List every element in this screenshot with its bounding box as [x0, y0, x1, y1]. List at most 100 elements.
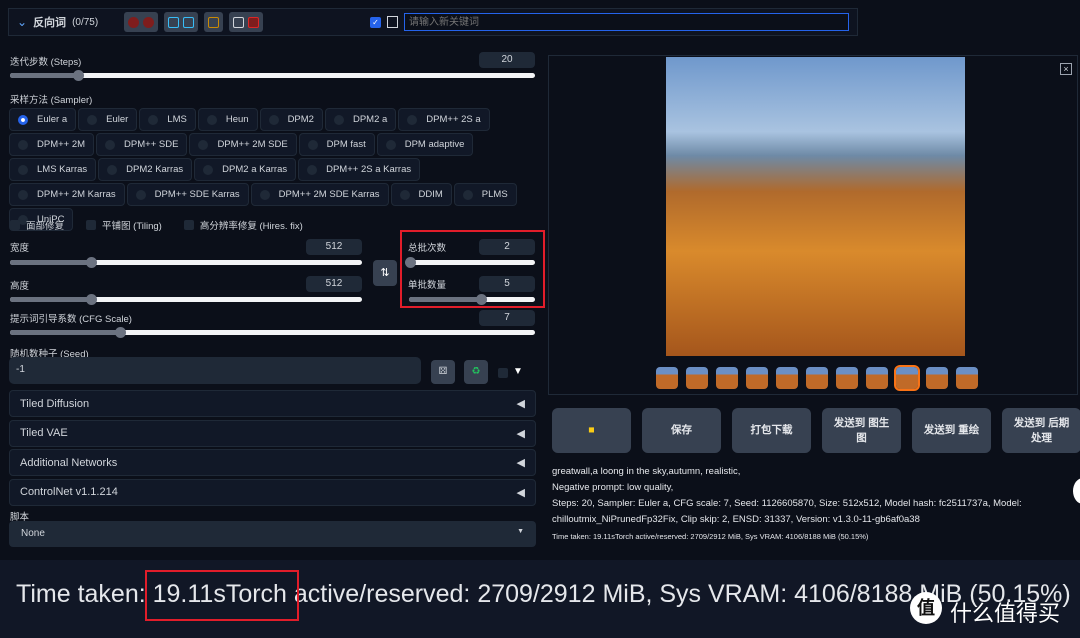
option-checkbox[interactable]: 高分辨率修复 (Hires. fix) — [183, 218, 303, 232]
generated-image[interactable] — [666, 57, 965, 356]
thumbnail[interactable] — [926, 367, 948, 389]
width-input[interactable]: 512 — [306, 239, 362, 255]
thumbnail[interactable] — [716, 367, 738, 389]
thumbnail[interactable] — [776, 367, 798, 389]
keyword-checkbox[interactable]: ✓ — [370, 16, 381, 28]
steps-input[interactable]: 20 — [479, 52, 535, 68]
batch-count-slider[interactable] — [405, 257, 535, 268]
script-select[interactable]: None ▼ — [9, 521, 536, 547]
recycle-icon[interactable]: ♻ — [464, 360, 488, 384]
thumbnail[interactable] — [894, 365, 920, 391]
sampler-option[interactable]: LMS Karras — [9, 158, 97, 181]
radio-icon — [18, 189, 28, 200]
slider-thumb[interactable] — [85, 257, 97, 268]
seed-input[interactable]: -1 — [9, 357, 421, 384]
thumbnail[interactable] — [656, 367, 678, 389]
open-folder-button[interactable]: ■ — [552, 408, 631, 453]
sampler-option[interactable]: DPM++ 2S a — [398, 108, 490, 131]
scroll-handle[interactable] — [1073, 478, 1080, 504]
option-checkboxes: 面部修复 平铺图 (Tiling) 高分辨率修复 (Hires. fix) — [10, 218, 303, 232]
cfg-input[interactable]: 7 — [479, 310, 535, 326]
checkbox-label: 高分辨率修复 (Hires. fix) — [199, 221, 303, 232]
width-slider[interactable] — [10, 257, 362, 268]
sampler-option[interactable]: PLMS — [453, 183, 517, 206]
sampler-option-label: DPM adaptive — [404, 139, 465, 150]
thumbnail[interactable] — [746, 367, 768, 389]
steps-slider[interactable] — [10, 70, 535, 81]
option-checkbox[interactable]: 面部修复 — [10, 218, 64, 232]
thumbnail[interactable] — [866, 367, 888, 389]
slider-thumb[interactable] — [73, 70, 85, 81]
sampler-option[interactable]: DPM++ 2M Karras — [9, 183, 125, 206]
edit-icon[interactable] — [168, 16, 180, 28]
sampler-option[interactable]: DPM++ 2S a Karras — [298, 158, 421, 181]
sampler-option-label: PLMS — [481, 189, 508, 200]
height-input[interactable]: 512 — [306, 276, 362, 292]
edit-buttons[interactable] — [164, 12, 199, 32]
panel-icon[interactable] — [387, 16, 398, 28]
translate-button[interactable] — [204, 12, 224, 32]
sampler-option[interactable]: DPM++ 2M — [9, 133, 95, 156]
triangle-down-icon[interactable]: ▼ — [513, 366, 523, 377]
radio-icon — [307, 164, 318, 175]
thumbnail[interactable] — [686, 367, 708, 389]
option-checkbox[interactable]: 平铺图 (Tiling) — [86, 218, 162, 232]
close-icon[interactable]: × — [1060, 63, 1072, 75]
clear-buttons[interactable] — [124, 12, 159, 32]
checkbox-icon — [10, 220, 20, 230]
slider-thumb[interactable] — [85, 294, 97, 305]
action-button[interactable]: 发送到 重绘 — [912, 408, 991, 453]
trash-icon[interactable] — [248, 16, 260, 28]
sampler-option[interactable]: DPM++ SDE — [96, 133, 188, 156]
dice-icon[interactable]: ⚄ — [431, 360, 455, 384]
thumbnail[interactable] — [956, 367, 978, 389]
sampler-option[interactable]: DPM2 a Karras — [194, 158, 297, 181]
sampler-option-label: DDIM — [418, 189, 443, 200]
delete-icon[interactable] — [128, 16, 140, 28]
action-button[interactable]: 发送到 图生图 — [822, 408, 901, 453]
height-slider[interactable] — [10, 294, 362, 305]
copy-trash-buttons[interactable] — [229, 12, 264, 32]
accordion[interactable]: Tiled VAE ◀ — [9, 419, 536, 447]
thumbnail[interactable] — [836, 367, 858, 389]
sampler-option-label: DPM++ 2M — [37, 139, 86, 150]
sampler-option[interactable]: DDIM — [390, 183, 452, 206]
sampler-option[interactable]: DPM++ 2M SDE — [189, 133, 297, 156]
chevron-circle-icon[interactable]: ⌄ — [17, 15, 27, 29]
slider-thumb[interactable] — [475, 294, 487, 305]
batch-count-input[interactable]: 2 — [479, 239, 535, 255]
accordion[interactable]: Tiled Diffusion ◀ — [9, 390, 536, 417]
batch-size-input[interactable]: 5 — [479, 276, 535, 292]
bookmark-icon[interactable] — [183, 16, 195, 28]
slider-fill — [10, 73, 79, 78]
sampler-option[interactable]: DPM2 a — [324, 108, 397, 131]
sampler-option[interactable]: LMS — [139, 108, 196, 131]
swap-dimensions-button[interactable]: ⇅ — [373, 260, 397, 286]
delete-icon[interactable] — [143, 16, 155, 28]
radio-icon — [399, 189, 410, 200]
extra-seed-checkbox[interactable] — [498, 368, 508, 378]
sampler-option[interactable]: Euler — [78, 108, 138, 131]
sampler-option[interactable]: DPM++ SDE Karras — [126, 183, 249, 206]
slider-fill — [409, 297, 481, 302]
sampler-option[interactable]: DPM adaptive — [376, 133, 474, 156]
sampler-option[interactable]: DPM++ 2M SDE Karras — [250, 183, 389, 206]
accordion[interactable]: Additional Networks ◀ — [9, 449, 536, 476]
cfg-slider[interactable] — [10, 327, 535, 338]
sampler-option[interactable]: DPM2 Karras — [98, 158, 193, 181]
radio-icon — [18, 139, 28, 150]
accordion[interactable]: ControlNet v1.1.214 ◀ — [9, 478, 536, 506]
radio-icon — [18, 164, 28, 175]
action-button[interactable]: 打包下载 — [732, 408, 811, 453]
copy-icon[interactable] — [233, 16, 245, 28]
sampler-option[interactable]: DPM2 — [259, 108, 323, 131]
sampler-option[interactable]: Heun — [197, 108, 258, 131]
batch-size-slider[interactable] — [409, 294, 535, 305]
action-button[interactable]: 发送到 后期处理 — [1002, 408, 1080, 453]
sampler-option[interactable]: Euler a — [9, 108, 77, 131]
sampler-option[interactable]: DPM fast — [298, 133, 375, 156]
slider-thumb[interactable] — [115, 327, 127, 338]
keyword-input[interactable] — [404, 13, 849, 31]
thumbnail[interactable] — [806, 367, 828, 389]
action-button[interactable]: 保存 — [642, 408, 721, 453]
